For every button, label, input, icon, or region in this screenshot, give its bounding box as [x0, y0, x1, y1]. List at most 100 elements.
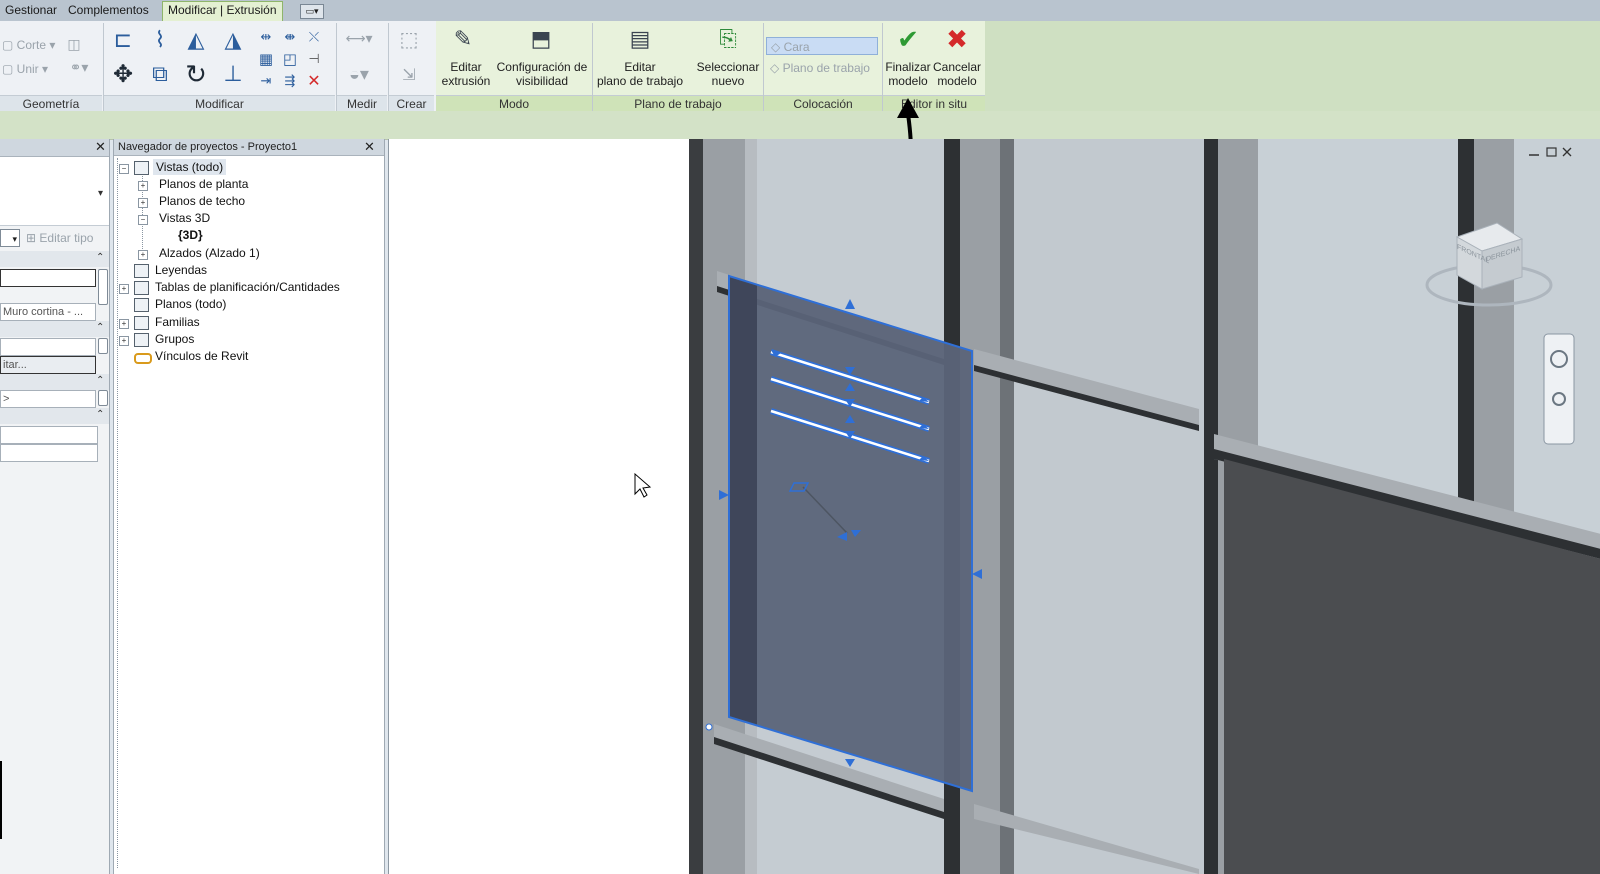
- collapse-toggle[interactable]: −: [138, 215, 148, 225]
- property-field[interactable]: [0, 338, 96, 356]
- array-icon[interactable]: ▦: [256, 49, 276, 69]
- tree-item-planos-techo[interactable]: Planos de techo: [159, 193, 245, 209]
- expand-toggle[interactable]: +: [138, 250, 148, 260]
- tree-item-grupos[interactable]: Grupos: [155, 331, 194, 347]
- offset-icon[interactable]: ⌇: [145, 25, 175, 55]
- editar-extrusion-button[interactable]: Editar extrusión: [436, 60, 496, 88]
- property-field[interactable]: [0, 444, 98, 462]
- ribbon: ▢ Corte ▾ ▢ Unir ▾ ◫ ⚭▾ Geometría ⊏ ⌇ ◭ …: [0, 21, 985, 112]
- tree-item-vistas-3d[interactable]: Vistas 3D: [159, 210, 210, 226]
- section-header[interactable]: [0, 251, 109, 267]
- split-gap-icon[interactable]: ⇼: [280, 27, 300, 47]
- split-icon[interactable]: ⚭▾: [64, 57, 94, 77]
- delete-icon[interactable]: ✕: [304, 71, 324, 91]
- muro-cortina-field[interactable]: Muro cortina - ...: [0, 303, 96, 321]
- 3d-view-canvas[interactable]: FRONTAL DERECHA: [388, 139, 1600, 874]
- chevron-down-icon[interactable]: ▾: [98, 188, 103, 199]
- type-selector-dropdown[interactable]: ▾: [0, 229, 20, 247]
- tree-item-alzados[interactable]: Alzados (Alzado 1): [159, 245, 260, 261]
- expand-toggle[interactable]: +: [119, 284, 129, 294]
- tree-item-3d[interactable]: {3D}: [178, 227, 203, 243]
- plano-de-trabajo-button[interactable]: ◇ Plano de trabajo: [766, 59, 878, 77]
- split-element-icon[interactable]: ⇹: [256, 27, 276, 47]
- scrollbar[interactable]: [98, 269, 108, 305]
- chevron-up-icon[interactable]: ⌃: [96, 252, 104, 263]
- tree-item-tablas[interactable]: Tablas de planificación/Cantidades: [155, 279, 340, 295]
- align-icon[interactable]: ⊏: [108, 25, 138, 55]
- mirror-axis-icon[interactable]: ◭: [181, 25, 211, 55]
- expand-toggle[interactable]: +: [138, 181, 148, 191]
- tree-item-vinculos[interactable]: Vínculos de Revit: [155, 348, 248, 364]
- tree-item-leyendas[interactable]: Leyendas: [155, 262, 207, 278]
- expand-toggle[interactable]: +: [119, 319, 129, 329]
- join-icon: ▢: [2, 62, 17, 76]
- tab-complementos[interactable]: Complementos: [63, 2, 154, 19]
- unir-tool[interactable]: ▢ Unir ▾: [2, 62, 72, 76]
- close-icon[interactable]: ✕: [95, 139, 106, 155]
- section-header[interactable]: [0, 408, 109, 424]
- edit-button[interactable]: itar...: [0, 356, 96, 374]
- editar-plano-trabajo-button[interactable]: Editar plano de trabajo: [594, 60, 686, 88]
- chevron-up-icon[interactable]: ⌃: [96, 375, 104, 386]
- cancel-x-icon: ✖: [946, 23, 968, 54]
- ribbon-empty-area: [985, 21, 1600, 111]
- panel-label-geometria: Geometría: [0, 95, 102, 112]
- trim-extend-icon[interactable]: ⊥: [218, 59, 248, 89]
- property-field[interactable]: [0, 426, 98, 444]
- chevron-up-icon[interactable]: ⌃: [96, 322, 104, 333]
- panel-label-medir: Medir: [337, 95, 387, 112]
- property-field[interactable]: [0, 269, 96, 287]
- editar-tipo-button[interactable]: ⊞ Editar tipo: [26, 231, 106, 245]
- trim-multiple-icon[interactable]: ⇶: [280, 71, 300, 91]
- expand-toggle[interactable]: +: [119, 336, 129, 346]
- geometry-icon[interactable]: ◫: [64, 34, 84, 54]
- configuracion-visibilidad-button[interactable]: Configuración de visibilidad: [494, 60, 590, 88]
- pin-icon[interactable]: ⊣: [304, 49, 324, 69]
- section-header[interactable]: [0, 374, 109, 390]
- rotate-icon[interactable]: ↻: [181, 59, 211, 89]
- face-icon: ◇: [771, 40, 784, 54]
- families-icon: [134, 316, 149, 330]
- type-preview[interactable]: [0, 157, 109, 226]
- mirror-draw-icon[interactable]: ◮: [218, 25, 248, 55]
- panel-label-colocacion: Colocación: [764, 95, 882, 112]
- property-field[interactable]: >: [0, 390, 96, 408]
- close-icon[interactable]: ✕: [364, 139, 375, 155]
- chevron-up-icon[interactable]: ⌃: [96, 409, 104, 420]
- corte-tool[interactable]: ▢ Corte ▾: [2, 38, 72, 52]
- ribbon-toggle-button[interactable]: ▭▾: [300, 4, 324, 19]
- create-similar-icon[interactable]: ⇲: [394, 61, 424, 89]
- measure-icon[interactable]: ⟷▾: [342, 27, 376, 49]
- unpin-icon[interactable]: ⤬: [304, 27, 324, 47]
- seleccionar-nuevo-button[interactable]: Seleccionar nuevo: [690, 60, 766, 88]
- trim-single-icon[interactable]: ⇥: [256, 71, 276, 91]
- view-window-controls[interactable]: [1527, 145, 1581, 161]
- create-group-icon[interactable]: ⬚: [394, 25, 424, 53]
- tree-item-familias[interactable]: Familias: [155, 314, 200, 330]
- dimension-icon[interactable]: ◒▾: [342, 61, 376, 87]
- finalizar-modelo-button[interactable]: Finalizar modelo: [884, 60, 932, 88]
- finalize-check-icon: ✔: [897, 23, 919, 54]
- expand-toggle[interactable]: +: [138, 198, 148, 208]
- tree-item-planos[interactable]: Planos (todo): [155, 296, 226, 312]
- tree-item-planos-planta[interactable]: Planos de planta: [159, 176, 248, 192]
- tab-modificar-extrusion[interactable]: Modificar | Extrusión: [162, 1, 283, 21]
- tree-item-vistas[interactable]: Vistas (todo): [153, 159, 227, 175]
- legends-icon: [134, 264, 149, 278]
- copy-icon[interactable]: ⧉: [145, 59, 175, 89]
- select-new-host-icon: ⎘: [719, 26, 737, 51]
- panel-label-modo: Modo: [436, 95, 592, 112]
- panel-label-crear: Crear: [389, 95, 434, 112]
- move-icon[interactable]: ✥: [108, 59, 138, 89]
- project-browser-title: Navegador de proyectos - Proyecto1: [114, 139, 384, 156]
- cara-button[interactable]: ◇ Cara: [766, 37, 878, 55]
- scrollbar[interactable]: [98, 338, 108, 354]
- tab-gestionar[interactable]: Gestionar: [0, 2, 62, 19]
- section-header[interactable]: [0, 321, 109, 337]
- collapse-toggle[interactable]: −: [119, 164, 129, 174]
- groups-icon: [134, 333, 149, 347]
- scrollbar[interactable]: [98, 390, 108, 406]
- scale-icon[interactable]: ◰: [280, 49, 300, 69]
- cancelar-modelo-button[interactable]: Cancelar modelo: [932, 60, 982, 88]
- curtain-wall-model: [634, 139, 1600, 874]
